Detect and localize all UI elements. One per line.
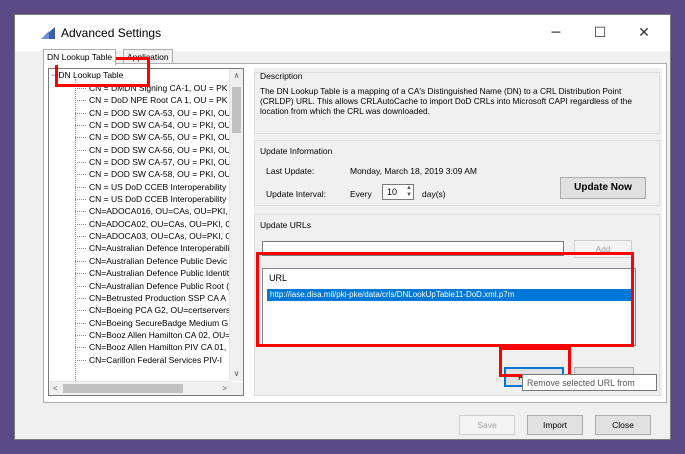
update-interval-stepper[interactable]: 10 ▲ ▼ — [382, 184, 414, 200]
url-input[interactable] — [262, 241, 564, 256]
interval-unit-label: day(s) — [422, 189, 446, 199]
tree-horizontal-scrollbar[interactable]: < > — [49, 381, 231, 395]
tree-item[interactable]: CN=Betrusted Production SSP CA A — [49, 292, 229, 304]
app-icon — [41, 27, 55, 39]
scroll-thumb[interactable] — [63, 384, 183, 393]
url-column-header: URL — [269, 273, 288, 283]
tree-item[interactable]: CN=Booz Allen Hamilton CA 02, OU= — [49, 329, 229, 341]
scroll-thumb[interactable] — [232, 87, 241, 133]
tree-item[interactable]: CN = DOD SW CA-55, OU = PKI, OU — [49, 131, 229, 143]
tree-item[interactable]: CN = DMDN Signing CA-1, OU = PK — [49, 82, 229, 94]
scroll-down-icon[interactable]: ∨ — [230, 367, 243, 381]
tree-root-node[interactable]: − DN Lookup Table — [51, 70, 123, 80]
tree-item[interactable]: CN = US DoD CCEB Interoperability — [49, 181, 229, 193]
tree-item[interactable]: CN=Booz Allen Hamilton PIV CA 01, — [49, 341, 229, 353]
scroll-corner — [230, 382, 243, 395]
dn-tree-view[interactable]: − DN Lookup Table CN = DMDN Signing CA-1… — [48, 68, 244, 396]
tree-item[interactable]: CN=Boeing SecureBadge Medium G — [49, 317, 229, 329]
update-urls-label: Update URLs — [260, 220, 312, 230]
tree-item[interactable]: CN=ADOCA02, OU=CAs, OU=PKI, C — [49, 218, 229, 230]
tab-application[interactable]: Application — [123, 49, 173, 64]
tree-item[interactable]: CN = DOD SW CA-54, OU = PKI, OU — [49, 119, 229, 131]
tree-item[interactable]: CN = US DoD CCEB Interoperability — [49, 193, 229, 205]
tree-item[interactable]: CN = DOD SW CA-58, OU = PKI, OU — [49, 168, 229, 180]
every-label: Every — [350, 189, 372, 199]
tree-item[interactable]: CN=Australian Defence Public Devic — [49, 255, 229, 267]
url-list[interactable]: URL http://iase.disa.mil/pki-pke/data/cr… — [262, 268, 636, 346]
tree-item[interactable]: CN = DOD SW CA-56, OU = PKI, OU — [49, 144, 229, 156]
title-bar[interactable]: Advanced Settings ─ ☐ ✕ — [15, 15, 670, 51]
settings-pane: Description The DN Lookup Table is a map… — [254, 68, 662, 396]
tree-items: CN = DMDN Signing CA-1, OU = PK CN = DoD… — [49, 82, 229, 366]
tab-dn-lookup-table[interactable]: DN Lookup Table — [43, 49, 117, 65]
remove-tooltip: Remove selected URL from — [522, 374, 657, 391]
window-title: Advanced Settings — [61, 26, 162, 40]
add-button[interactable]: Add — [574, 240, 632, 258]
tree-item[interactable]: CN = DOD SW CA-57, OU = PKI, OU — [49, 156, 229, 168]
tab-panel: − DN Lookup Table CN = DMDN Signing CA-1… — [43, 63, 667, 403]
update-interval-label: Update Interval: — [266, 189, 327, 199]
update-now-button[interactable]: Update Now — [560, 177, 646, 199]
scroll-left-icon[interactable]: < — [49, 382, 62, 395]
url-list-item-selected[interactable]: http://iase.disa.mil/pki-pke/data/crls/D… — [267, 289, 633, 301]
tree-item[interactable]: CN=Australian Defence Public Root ( — [49, 280, 229, 292]
minimize-button[interactable]: ─ — [541, 21, 571, 45]
tree-item[interactable]: CN = DOD SW CA-53, OU = PKI, OU — [49, 107, 229, 119]
scroll-up-icon[interactable]: ∧ — [230, 69, 243, 83]
dialog-footer: Save Import Close — [15, 403, 670, 439]
close-button[interactable]: Close — [595, 415, 651, 435]
tree-item[interactable]: CN=Australian Defence Public Identit — [49, 267, 229, 279]
close-window-button[interactable]: ✕ — [629, 21, 659, 45]
last-update-value: Monday, March 18, 2019 3:09 AM — [350, 166, 477, 176]
tree-item[interactable]: CN=ADOCA016, OU=CAs, OU=PKI, — [49, 205, 229, 217]
description-label: Description — [260, 71, 303, 81]
tree-item[interactable]: CN=Australian Defence Interoperabili — [49, 242, 229, 254]
tree-expander-icon[interactable]: − — [51, 70, 56, 80]
tree-vertical-scrollbar[interactable]: ∧ ∨ — [229, 69, 243, 381]
tree-item[interactable]: CN = DoD NPE Root CA 1, OU = PK — [49, 94, 229, 106]
interval-value[interactable]: 10 — [387, 187, 397, 197]
tree-item[interactable]: CN=Carillon Federal Services PIV-I — [49, 354, 229, 366]
tree-item[interactable]: CN=Boeing PCA G2, OU=certservers — [49, 304, 229, 316]
spin-arrows-icon[interactable]: ▲ ▼ — [406, 185, 412, 199]
save-button[interactable]: Save — [459, 415, 515, 435]
tree-root-label: DN Lookup Table — [58, 70, 124, 80]
update-information-label: Update Information — [260, 146, 333, 156]
description-text: The DN Lookup Table is a mapping of a CA… — [260, 86, 632, 116]
maximize-button[interactable]: ☐ — [585, 21, 615, 45]
last-update-label: Last Update: — [266, 166, 315, 176]
import-button[interactable]: Import — [527, 415, 583, 435]
tree-item[interactable]: CN=ADOCA03, OU=CAs, OU=PKI, C — [49, 230, 229, 242]
